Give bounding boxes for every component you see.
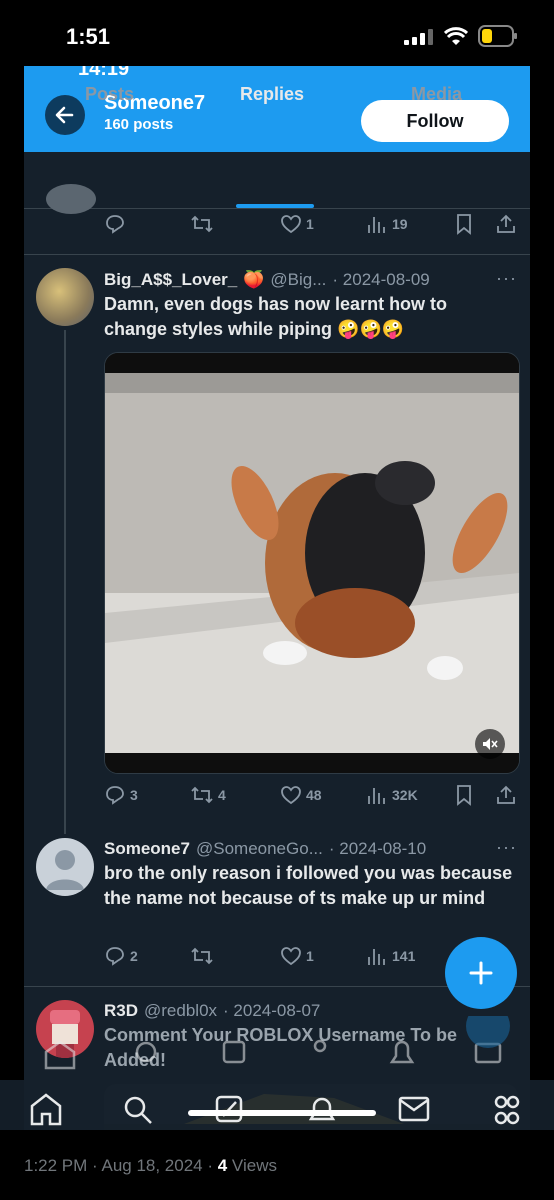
mute-button[interactable] <box>475 729 505 759</box>
like-count: 1 <box>306 216 314 232</box>
views-label: Views <box>227 1156 277 1175</box>
repost-button[interactable] <box>190 945 214 970</box>
bookmark-icon <box>457 214 471 235</box>
communities-icon <box>494 1095 520 1125</box>
like-count: 48 <box>306 787 322 803</box>
person-icon <box>46 850 84 890</box>
reply-button[interactable]: 2 <box>104 945 138 967</box>
mute-icon <box>483 738 498 750</box>
profile-tabs <box>24 152 530 209</box>
post-date: · 2024-08-09 <box>332 270 430 289</box>
nav-messages[interactable] <box>398 1096 430 1127</box>
like-icon <box>281 215 301 234</box>
view-count: 32K <box>392 787 418 803</box>
views-button[interactable]: 32K <box>366 784 418 806</box>
view-count: 4 <box>217 1156 228 1175</box>
tab-replies[interactable]: Replies <box>240 84 304 105</box>
screenshot-frame: 14:19 Someone7 160 posts Follow Posts Re… <box>24 66 530 1130</box>
share-icon <box>497 785 515 804</box>
post-author-handle[interactable]: @Big... <box>270 270 326 290</box>
like-count: 1 <box>306 948 314 964</box>
views-icon <box>368 949 385 965</box>
post-header: Someone7 @SomeoneGo... · 2024-08-10 <box>104 837 504 861</box>
messages-icon <box>398 1096 430 1122</box>
reply-icon <box>106 215 124 234</box>
inner-bottom-nav-ghost <box>24 1004 530 1076</box>
reply-count: 2 <box>130 948 138 964</box>
plus-icon <box>469 961 493 985</box>
back-arrow-icon <box>55 106 74 124</box>
thread-line <box>64 330 66 834</box>
wifi-icon <box>444 27 468 45</box>
repost-button[interactable] <box>190 213 214 238</box>
tab-posts[interactable]: Posts <box>85 84 134 105</box>
action-bar: 3 4 48 32K <box>104 784 524 810</box>
bookmark-button[interactable] <box>454 213 474 238</box>
repost-icon <box>191 786 213 804</box>
nav-home[interactable] <box>28 1092 64 1131</box>
nav-communities[interactable] <box>490 1094 524 1131</box>
repost-button[interactable]: 4 <box>190 784 226 806</box>
nav-search[interactable] <box>122 1094 154 1131</box>
battery-icon <box>478 25 517 47</box>
post-author-name[interactable]: Big_A$$_Lover_ <box>104 270 237 290</box>
view-count: 19 <box>392 216 408 232</box>
repost-icon <box>191 215 213 233</box>
share-button[interactable] <box>495 213 517 238</box>
profile-post-count: 160 posts <box>104 116 174 133</box>
back-button[interactable] <box>45 95 85 135</box>
view-count: 141 <box>392 948 416 964</box>
search-icon <box>124 1096 152 1124</box>
divider <box>24 254 530 255</box>
home-icon <box>30 1093 62 1126</box>
reply-button[interactable]: 3 <box>104 784 138 806</box>
post-header: Big_A$$_Lover_ 🍑 @Big... · 2024-08-09 <box>104 268 504 292</box>
like-button[interactable]: 1 <box>280 213 314 235</box>
grok-icon <box>215 1095 243 1123</box>
views-button[interactable]: 141 <box>366 945 415 967</box>
signal-icon <box>404 29 433 45</box>
like-icon <box>281 947 301 966</box>
bookmark-icon <box>457 785 471 806</box>
share-icon <box>497 214 515 233</box>
views-icon <box>368 217 385 233</box>
device-time: 1:51 <box>66 24 111 49</box>
default-avatar[interactable] <box>36 838 94 896</box>
peach-emoji: 🍑 <box>243 270 265 289</box>
more-icon[interactable]: ··· <box>496 837 517 858</box>
home-indicator[interactable] <box>188 1110 376 1116</box>
post-text: bro the only reason i followed you was b… <box>104 863 513 908</box>
inner-nav-icons <box>44 1004 510 1070</box>
repost-icon <box>191 947 213 965</box>
active-tab-indicator <box>236 204 314 208</box>
post-author-handle[interactable]: @SomeoneGo... <box>196 839 323 859</box>
reply-button[interactable] <box>104 213 126 238</box>
bookmark-button[interactable] <box>454 784 474 809</box>
repost-count: 4 <box>218 787 226 803</box>
video-frame <box>105 353 519 773</box>
like-button[interactable]: 1 <box>280 945 314 967</box>
post-meta-line: 1:22 PM · Aug 18, 2024 · 4 Views <box>24 1156 277 1176</box>
share-button[interactable] <box>495 784 517 809</box>
post-date: · 2024-08-10 <box>328 839 427 858</box>
post-author-name[interactable]: Someone7 <box>104 839 190 859</box>
bottom-nav <box>0 1080 554 1130</box>
like-button[interactable]: 48 <box>280 784 322 806</box>
reply-count: 3 <box>130 787 138 803</box>
like-icon <box>281 786 301 805</box>
post-timestamp: 1:22 PM · Aug 18, 2024 · <box>24 1156 218 1175</box>
compose-button[interactable] <box>445 937 517 1009</box>
post-text: Damn, even dogs has now learnt how to ch… <box>104 294 448 339</box>
avatar <box>46 184 96 214</box>
follow-button[interactable]: Follow <box>361 100 509 142</box>
views-button[interactable]: 19 <box>366 213 408 235</box>
tab-media[interactable]: Media <box>411 84 462 105</box>
avatar[interactable] <box>36 268 94 326</box>
reply-icon <box>106 786 124 805</box>
views-icon <box>368 788 385 804</box>
post-video[interactable] <box>104 352 520 774</box>
reply-icon <box>106 947 124 966</box>
more-icon[interactable]: ··· <box>496 268 517 289</box>
action-bar: 1 19 <box>104 213 524 239</box>
